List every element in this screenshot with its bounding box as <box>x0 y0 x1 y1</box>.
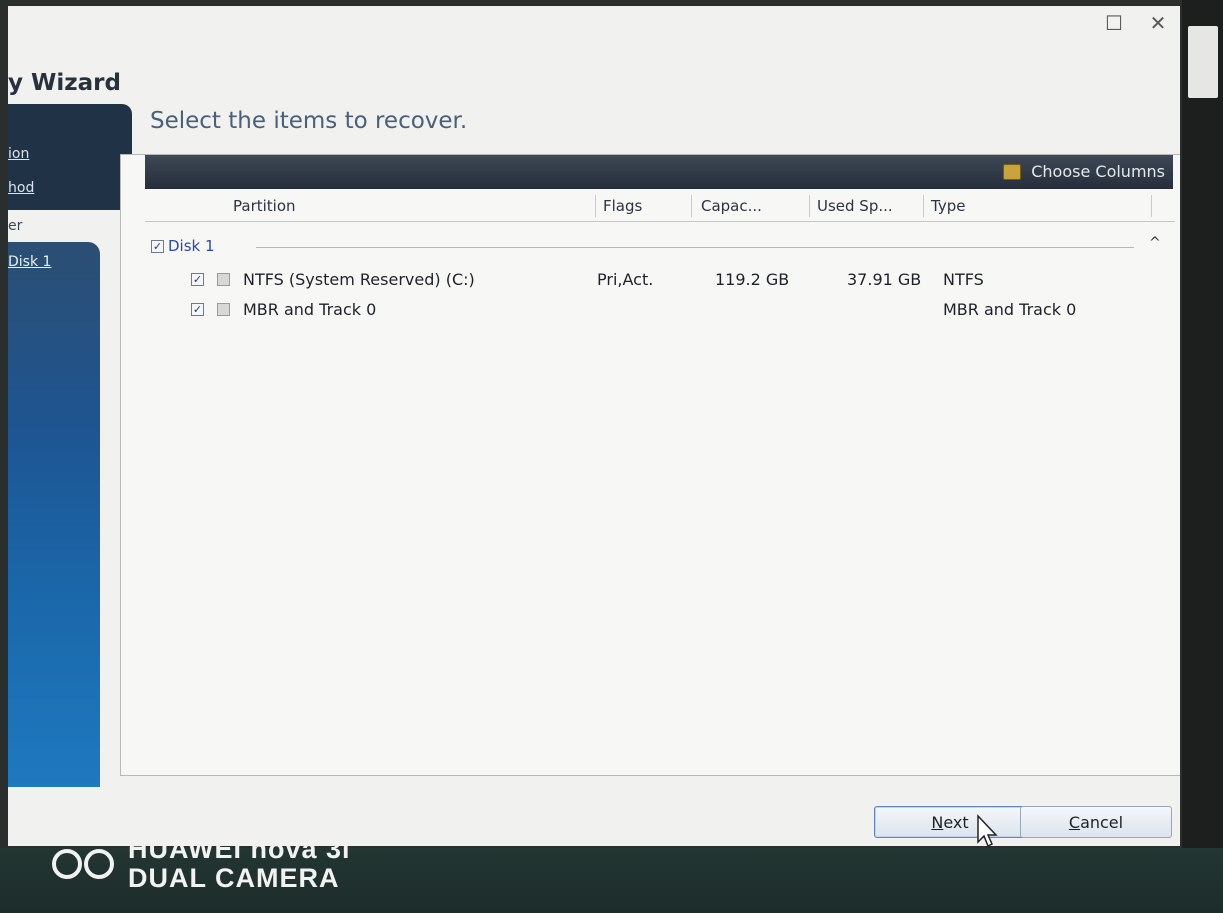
row-type: MBR and Track 0 <box>943 300 1077 319</box>
sidebar-item-2[interactable]: hod <box>8 180 34 196</box>
maximize-icon: ☐ <box>1105 11 1123 35</box>
row-checkbox[interactable]: ✓ <box>191 303 204 316</box>
row-checkbox[interactable]: ✓ <box>191 273 204 286</box>
column-divider[interactable] <box>691 195 692 217</box>
camera-logo-icon <box>52 849 114 879</box>
column-divider[interactable] <box>1151 195 1152 217</box>
partition-icon <box>217 273 230 286</box>
sidebar-item-3[interactable]: er <box>8 218 22 234</box>
partition-icon <box>217 303 230 316</box>
sidebar-lower: Disk 1 <box>8 242 100 787</box>
column-header-used-space[interactable]: Used Sp... <box>817 197 893 215</box>
column-header-capacity[interactable]: Capac... <box>701 197 762 215</box>
row-used-space: 37.91 GB <box>847 270 922 289</box>
items-panel: Choose Columns Partition Flags Capac... … <box>120 154 1180 776</box>
background-strip <box>1182 0 1223 913</box>
cancel-label: ancel <box>1080 812 1124 832</box>
sidebar-item-disk[interactable]: Disk 1 <box>8 254 51 270</box>
recovery-wizard-window: ☐ ✕ y Wizard ion hod er Disk 1 Select th… <box>8 6 1180 846</box>
panel-toolbar: Choose Columns <box>145 155 1173 189</box>
table-row[interactable]: ✓ NTFS (System Reserved) (C:) Pri,Act. 1… <box>121 267 1151 293</box>
column-header-flags[interactable]: Flags <box>603 197 642 215</box>
column-divider[interactable] <box>923 195 924 217</box>
row-partition: MBR and Track 0 <box>243 300 377 319</box>
row-flags: Pri,Act. <box>597 270 654 289</box>
next-mnemonic: N <box>931 812 944 832</box>
wizard-title: y Wizard <box>8 70 121 96</box>
watermark-camera: DUAL CAMERA <box>128 863 340 893</box>
column-headers: Partition Flags Capac... Used Sp... Type <box>145 193 1175 222</box>
choose-columns-label: Choose Columns <box>1031 162 1165 181</box>
column-divider[interactable] <box>595 195 596 217</box>
group-divider <box>256 247 1134 248</box>
mouse-cursor-icon <box>977 814 998 848</box>
row-type: NTFS <box>943 270 984 289</box>
column-header-type[interactable]: Type <box>931 197 965 215</box>
page-heading: Select the items to recover. <box>150 108 468 134</box>
sidebar-item-1[interactable]: ion <box>8 146 29 162</box>
collapse-group-icon[interactable]: ^ <box>1149 235 1161 251</box>
maximize-button[interactable]: ☐ <box>1092 6 1136 40</box>
cancel-button[interactable]: Cancel <box>1020 806 1172 838</box>
choose-columns-icon <box>1003 163 1022 180</box>
choose-columns-button[interactable]: Choose Columns <box>1003 162 1165 181</box>
group-label: Disk 1 <box>168 237 215 255</box>
background-window-edge <box>1188 26 1218 98</box>
column-header-partition[interactable]: Partition <box>233 197 296 215</box>
table-row[interactable]: ✓ MBR and Track 0 MBR and Track 0 <box>121 297 1151 323</box>
window-controls: ☐ ✕ <box>1092 6 1180 46</box>
close-button[interactable]: ✕ <box>1136 6 1180 40</box>
close-icon: ✕ <box>1149 11 1167 35</box>
row-partition: NTFS (System Reserved) (C:) <box>243 270 475 289</box>
camera-watermark: HUAWEI nova 3i DUAL CAMERA <box>52 836 351 892</box>
group-disk-1: ✓ Disk 1 <box>151 237 215 255</box>
sidebar-steps: ion hod <box>8 104 132 210</box>
next-label: ext <box>943 812 969 832</box>
cancel-mnemonic: C <box>1068 812 1081 832</box>
next-button[interactable]: Next <box>874 806 1026 838</box>
watermark-model: HUAWEI nova 3i <box>128 834 351 864</box>
group-checkbox[interactable]: ✓ <box>151 239 164 253</box>
row-capacity: 119.2 GB <box>715 270 790 289</box>
column-divider[interactable] <box>809 195 810 217</box>
